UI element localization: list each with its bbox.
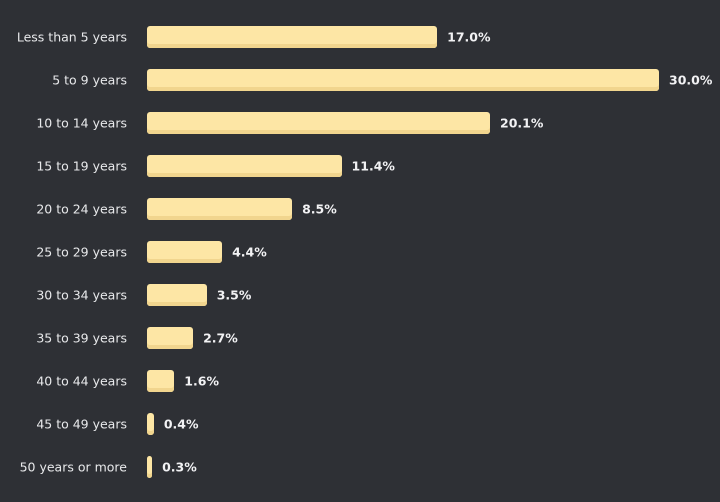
category-label: 50 years or more xyxy=(19,459,127,475)
value-label: 8.5% xyxy=(302,201,337,217)
category-label: 20 to 24 years xyxy=(36,201,127,217)
category-label: 15 to 19 years xyxy=(36,158,127,174)
bar xyxy=(147,198,293,220)
bar xyxy=(147,69,659,91)
value-label: 1.6% xyxy=(184,373,219,389)
category-label: 25 to 29 years xyxy=(36,244,127,260)
category-label: 10 to 14 years xyxy=(36,115,127,131)
value-label: 2.7% xyxy=(203,330,238,346)
value-label: 4.4% xyxy=(232,244,267,260)
value-label: 0.4% xyxy=(163,416,199,432)
bar-chart: Less than 5 years 17.0% 5 to 9 years 30.0% 1… xyxy=(0,0,720,502)
bar xyxy=(147,456,153,478)
category-label: 30 to 34 years xyxy=(36,287,127,303)
category-label: 35 to 39 years xyxy=(36,330,127,346)
category-label: 40 to 44 years xyxy=(36,373,127,389)
category-label: 5 to 9 years xyxy=(52,72,127,88)
bar xyxy=(147,370,175,392)
category-label: Less than 5 years xyxy=(16,29,127,45)
bar xyxy=(147,155,342,177)
value-label: 0.3% xyxy=(162,459,197,475)
bar xyxy=(147,327,194,349)
bar xyxy=(147,112,491,134)
value-label: 11.4% xyxy=(351,158,395,174)
bar xyxy=(147,413,154,435)
bar xyxy=(147,284,207,306)
bar xyxy=(147,26,438,48)
bar xyxy=(147,241,223,263)
value-label: 30.0% xyxy=(669,72,713,88)
value-label: 3.5% xyxy=(216,287,252,303)
category-label: 45 to 49 years xyxy=(36,416,127,432)
value-label: 17.0% xyxy=(447,29,491,45)
value-label: 20.1% xyxy=(500,115,544,131)
